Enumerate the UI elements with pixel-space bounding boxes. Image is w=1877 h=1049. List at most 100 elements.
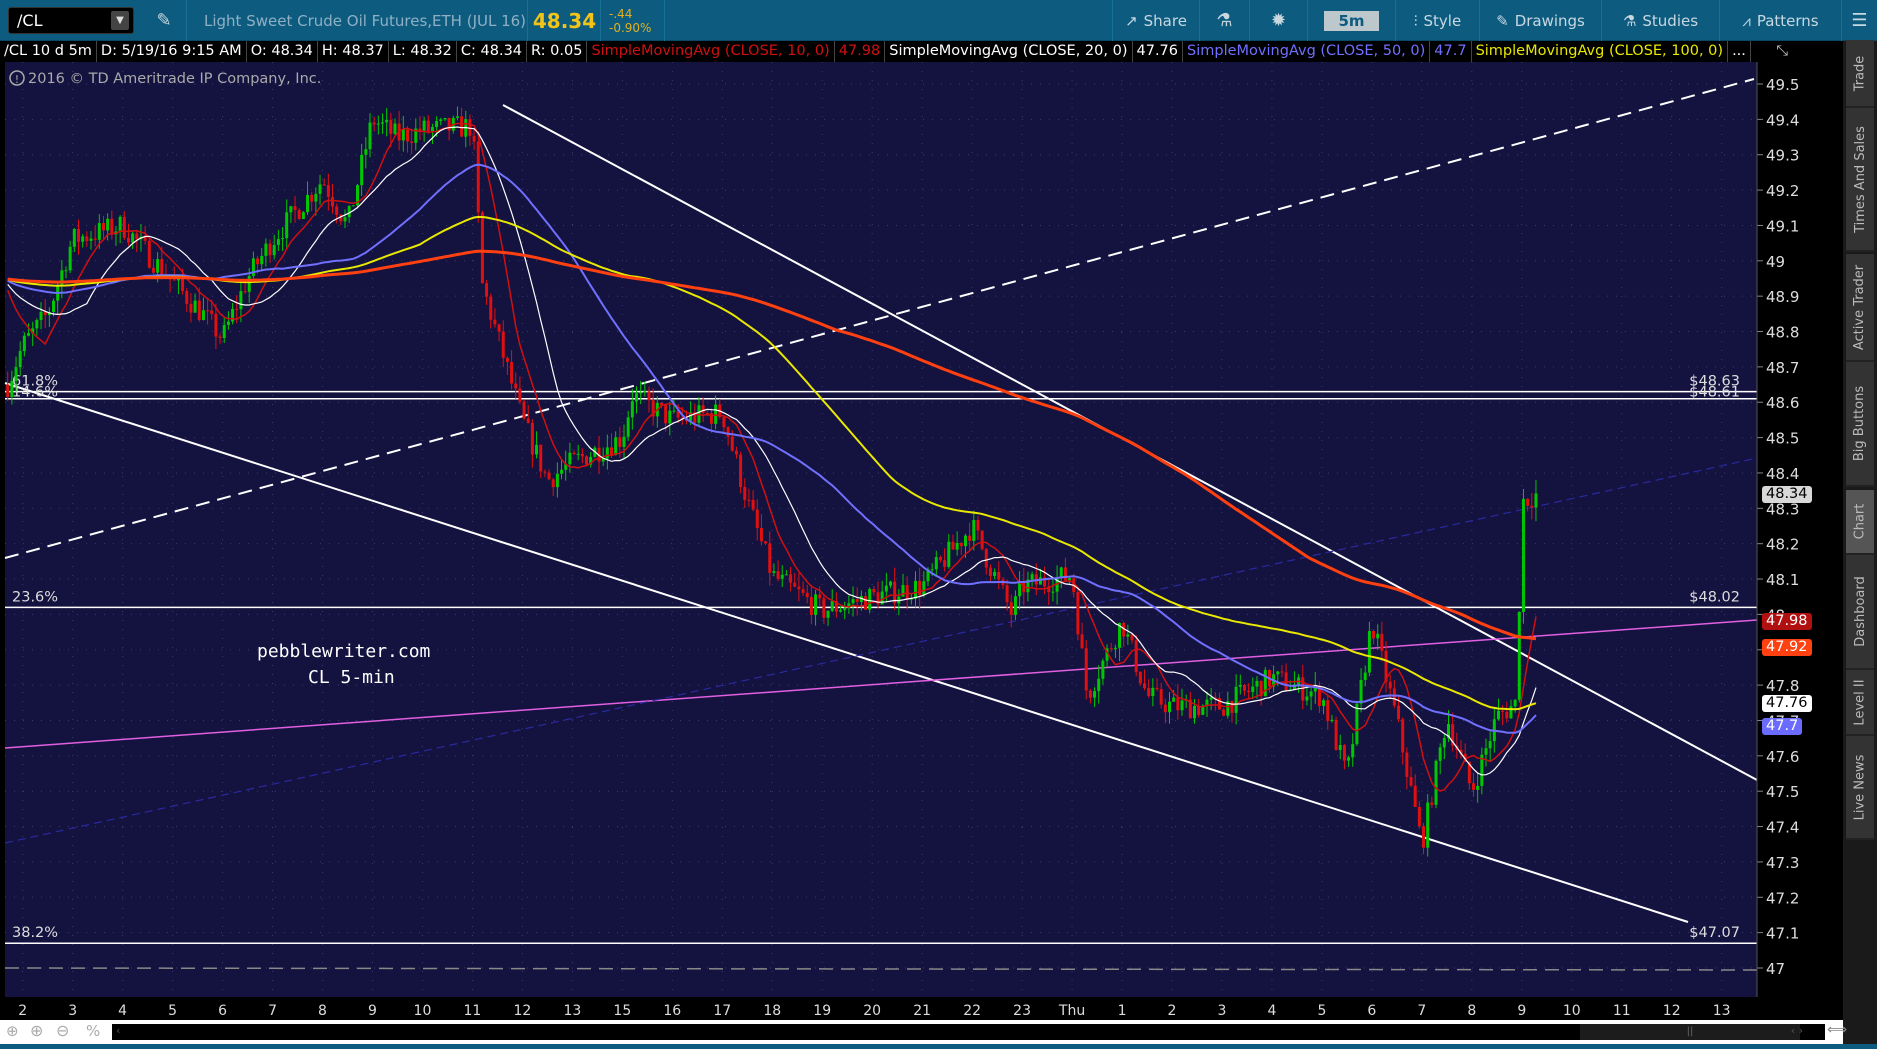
candle-body <box>285 212 289 239</box>
zoom-out-icon[interactable]: ⊖ <box>56 1021 69 1040</box>
y-tick-label: 48.9 <box>1766 288 1799 306</box>
candle-body <box>93 238 97 240</box>
candle-body <box>1030 574 1034 580</box>
candle-body <box>639 392 643 394</box>
candle-body <box>889 581 893 586</box>
time-scrollbar[interactable]: ‹ || ‹ › <box>112 1024 1825 1040</box>
crosshair-icon[interactable]: ⊕ <box>6 1022 19 1040</box>
candle-body <box>68 246 72 271</box>
candle-body <box>430 127 434 132</box>
sidebar-tab-label: Active Trader <box>1852 264 1868 350</box>
candle-body <box>797 586 801 590</box>
candle-body <box>868 588 872 610</box>
candle-body <box>576 453 580 455</box>
candle-body <box>743 487 747 500</box>
candle-body <box>522 401 526 419</box>
fib-price-label: $47.07 <box>1689 925 1740 941</box>
y-tick-label: 47.1 <box>1766 925 1799 943</box>
candle-body <box>843 607 847 611</box>
candle-body <box>1530 505 1534 508</box>
percent-icon[interactable]: % <box>86 1022 100 1040</box>
candle-body <box>1134 640 1138 672</box>
sidebar-tab-live-news[interactable]: Live News <box>1846 736 1874 840</box>
candle-body <box>455 116 459 118</box>
candle-body <box>1084 648 1088 691</box>
candle-body <box>1076 592 1080 635</box>
candle-body <box>872 588 876 593</box>
sidebar-tab-times-and-sales[interactable]: Times And Sales <box>1846 108 1874 252</box>
sidebar-tab-active-trader[interactable]: Active Trader <box>1846 254 1874 362</box>
candle-body <box>830 601 834 611</box>
x-tick-label: 9 <box>1517 1003 1526 1019</box>
candle-body <box>439 119 443 121</box>
sidebar-tab-label: Live News <box>1852 754 1868 820</box>
watermark-site: pebblewriter.com <box>257 641 430 662</box>
scroll-right-icon[interactable]: ‹ › <box>1791 1024 1803 1037</box>
zoom-in-icon[interactable]: ⊕ <box>30 1021 43 1040</box>
sidebar-tab-label: Times And Sales <box>1852 125 1868 233</box>
candle-body <box>997 571 1001 580</box>
sidebar-tab-level-ii[interactable]: Level II <box>1846 670 1874 736</box>
candle-body <box>814 594 818 616</box>
candle-body <box>851 599 855 604</box>
candle-body <box>514 383 518 389</box>
candle-body <box>314 193 318 202</box>
candle-body <box>726 427 730 437</box>
candle-body <box>1280 671 1284 673</box>
candle-body <box>243 291 247 293</box>
candle-body <box>1534 493 1538 508</box>
candle-body <box>943 560 947 567</box>
candle-body <box>14 367 18 381</box>
candle-body <box>864 596 868 610</box>
candle-body <box>776 571 780 579</box>
candle-body <box>1417 806 1421 827</box>
candle-body <box>664 405 668 424</box>
x-tick-label: 15 <box>613 1003 631 1019</box>
time-axis[interactable]: 2 3 4 5 6 7 8 9 10 11 12 13 15 16 17 18 19 20 21 22 23 Thu 1 2 3… <box>18 1003 1730 1019</box>
candle-body <box>443 117 447 120</box>
candle-body <box>72 228 76 247</box>
y-tick-label: 49.3 <box>1766 147 1799 165</box>
price-chart[interactable]: 61.8% $48.6314.6% $48.6123.6% $48.0238.2% $4… <box>0 0 1843 1020</box>
candle-body <box>289 206 293 213</box>
candle-body <box>580 453 584 457</box>
price-tag: 48.34 <box>1762 486 1812 504</box>
x-tick-label: 5 <box>168 1003 177 1019</box>
candle-body <box>1359 679 1363 704</box>
candle-body <box>131 233 135 243</box>
x-tick-label: 7 <box>1417 1003 1426 1019</box>
scroll-left-icon[interactable]: ‹ <box>116 1024 120 1037</box>
x-tick-label: Thu <box>1058 1003 1085 1019</box>
candle-body <box>626 417 630 437</box>
candle-body <box>193 300 197 313</box>
candle-body <box>1063 567 1067 581</box>
sidebar-tab-chart[interactable]: Chart <box>1846 490 1874 555</box>
candle-body <box>18 351 22 368</box>
scrollbar-thumb[interactable]: || <box>1580 1024 1800 1040</box>
candle-body <box>297 210 301 219</box>
candle-body <box>585 456 589 465</box>
right-sidebar: Trade Times And Sales Active Trader Big But… <box>1843 40 1877 1044</box>
candle-body <box>1347 757 1351 761</box>
y-tick-label: 48.1 <box>1766 571 1799 589</box>
candle-body <box>264 243 268 256</box>
y-tick-label: 47.3 <box>1766 854 1799 872</box>
candle-body <box>401 129 405 141</box>
y-tick-label: 48.5 <box>1766 430 1799 448</box>
candle-body <box>306 194 310 213</box>
sidebar-tab-dashboard[interactable]: Dashboard <box>1846 555 1874 670</box>
sidebar-tab-big-buttons[interactable]: Big Buttons <box>1846 362 1874 487</box>
candle-body <box>918 580 922 596</box>
candle-body <box>968 535 972 541</box>
expand-horizontal-icon[interactable]: ⟺ <box>1827 1022 1847 1038</box>
x-tick-label: 8 <box>318 1003 327 1019</box>
sidebar-tab-trade[interactable]: Trade <box>1846 40 1874 108</box>
candle-body <box>955 542 959 550</box>
candle-body <box>1392 688 1396 706</box>
candle-body <box>734 450 738 455</box>
menu-icon[interactable]: ☰ <box>1842 0 1877 41</box>
candle-body <box>185 291 189 304</box>
candle-body <box>405 129 409 142</box>
y-tick-label: 47.4 <box>1766 819 1799 837</box>
candle-body <box>76 228 80 242</box>
